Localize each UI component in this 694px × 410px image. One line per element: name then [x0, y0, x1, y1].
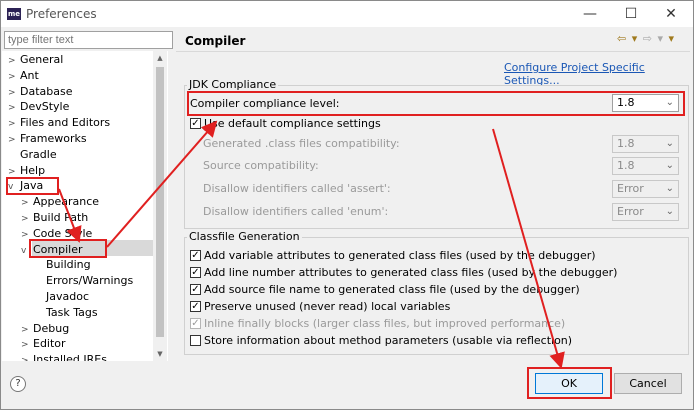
arrow-compiler-to-compliance: [106, 120, 218, 248]
arrow-to-ok: [492, 128, 565, 369]
annotation-arrows: [58, 120, 565, 369]
arrow-java-to-compiler: [58, 188, 82, 243]
preferences-window: me Preferences — ☐ ✕ >General>Ant>Databa…: [0, 0, 694, 410]
